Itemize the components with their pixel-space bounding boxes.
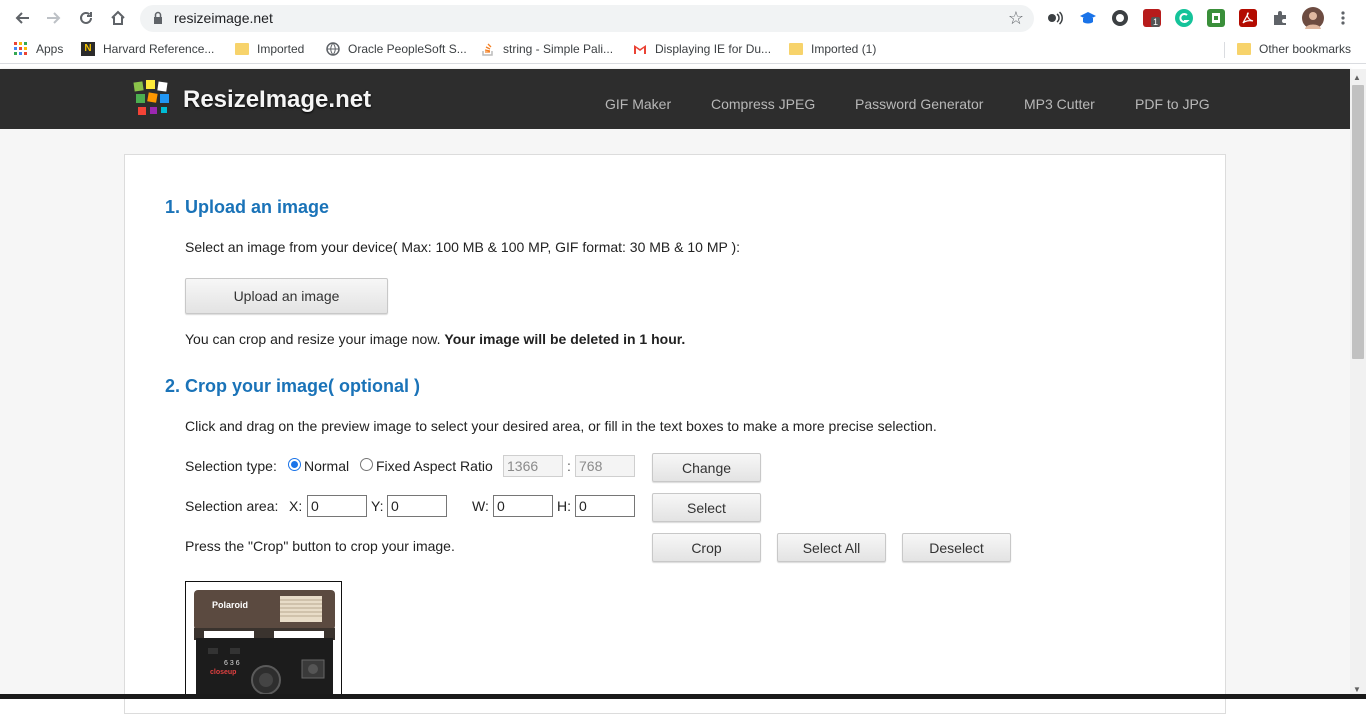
bookmark-imported[interactable]: Imported (235, 42, 304, 56)
bookmark-imported-1[interactable]: Imported (1) (789, 42, 876, 56)
polaroid-camera-image (186, 582, 341, 698)
bookmark-string-simple-pali[interactable]: string - Simple Pali... (481, 42, 613, 56)
home-icon[interactable] (108, 8, 128, 28)
x-input[interactable] (307, 495, 367, 517)
folder-icon (789, 43, 803, 55)
scrollbar-thumb[interactable] (1352, 85, 1364, 359)
grammarly-icon[interactable] (1175, 9, 1193, 27)
h-label: H: (557, 498, 571, 514)
camera-model-sub-label: closeup (210, 669, 237, 676)
scroll-down-arrow-icon[interactable]: ▼ (1353, 685, 1361, 694)
w-label: W: (472, 498, 489, 514)
other-bookmarks[interactable]: Other bookmarks (1237, 42, 1351, 56)
selection-type-label: Selection type: (185, 458, 277, 474)
change-button[interactable]: Change (652, 453, 761, 482)
crop-preview-image[interactable]: Polaroid 636 closeup (185, 581, 342, 699)
page-scrollbar[interactable]: ▲ ▼ (1350, 69, 1366, 699)
reload-icon[interactable] (76, 8, 96, 28)
site-brand[interactable]: ResizeImage.net (183, 86, 371, 114)
fixed-aspect-ratio-radio[interactable] (360, 458, 373, 471)
h-input[interactable] (575, 495, 635, 517)
bookmark-displaying-ie[interactable]: Displaying IE for Du... (633, 42, 771, 56)
bookmarks-bar: Apps N Harvard Reference... Imported Ora… (0, 36, 1366, 64)
select-all-button[interactable]: Select All (777, 533, 886, 562)
nav-compress-jpeg[interactable]: Compress JPEG (711, 96, 815, 112)
resizeimage-logo-icon[interactable] (132, 80, 174, 120)
folder-icon (1237, 43, 1251, 55)
section-crop-title: 2. Crop your image( optional ) (165, 376, 421, 396)
crop-button[interactable]: Crop (652, 533, 761, 562)
ratio-width-input[interactable] (503, 455, 563, 477)
globe-icon (326, 42, 340, 56)
normal-radio[interactable] (288, 458, 301, 471)
upload-note-text: You can crop and resize your image now. (185, 331, 441, 347)
pdf-extension-icon[interactable] (1239, 9, 1257, 27)
camera-model-label: 636 (224, 660, 242, 667)
back-arrow-icon[interactable] (12, 8, 32, 28)
forward-arrow-icon[interactable] (44, 8, 64, 28)
upload-instruction: Select an image from your device( Max: 1… (185, 239, 741, 255)
browser-toolbar: resizeimage.net ☆ 1 (0, 0, 1366, 36)
bookmarks-divider (1224, 42, 1225, 58)
deselect-button[interactable]: Deselect (902, 533, 1011, 562)
x-label: X: (289, 498, 303, 514)
crop-hint: Press the "Crop" button to crop your ima… (185, 538, 455, 554)
audio-extension-icon[interactable] (1047, 11, 1063, 25)
shield-extension-icon[interactable]: 1 (1143, 9, 1161, 27)
bookmark-apps[interactable]: Apps (14, 42, 63, 56)
section-upload-title: 1. Upload an image (165, 197, 330, 217)
os-taskbar-edge (0, 694, 1366, 699)
bookmark-harvard-reference[interactable]: N Harvard Reference... (81, 42, 214, 56)
upload-note: You can crop and resize your image now. … (185, 331, 685, 347)
circle-extension-icon[interactable] (1111, 9, 1129, 27)
gmail-icon (634, 45, 646, 54)
folder-icon (235, 43, 249, 55)
kebab-menu-icon[interactable] (1338, 9, 1348, 27)
puzzle-extensions-icon[interactable] (1271, 9, 1289, 27)
upload-note-bold: Your image will be deleted in 1 hour. (444, 331, 686, 347)
stackoverflow-icon (482, 43, 493, 56)
selection-area-label: Selection area: (185, 498, 279, 514)
select-button[interactable]: Select (652, 493, 761, 522)
nav-password-generator[interactable]: Password Generator (855, 96, 983, 112)
w-input[interactable] (493, 495, 553, 517)
normal-radio-label: Normal (304, 458, 350, 474)
bookmark-oracle-peoplesoft[interactable]: Oracle PeopleSoft S... (326, 42, 467, 56)
graduation-cap-extension-icon[interactable] (1079, 9, 1097, 27)
address-bar[interactable]: resizeimage.net ☆ (140, 5, 1034, 32)
ratio-separator: : (567, 458, 571, 474)
crop-instruction: Click and drag on the preview image to s… (185, 418, 937, 434)
scroll-up-arrow-icon[interactable]: ▲ (1353, 73, 1361, 82)
profile-avatar[interactable] (1302, 7, 1324, 29)
camera-brand-label: Polaroid (212, 600, 249, 610)
harvard-logo-icon: N (81, 42, 95, 56)
extension-badge: 1 (1151, 17, 1161, 27)
lock-icon (154, 11, 162, 24)
bookmark-star-icon[interactable]: ☆ (1008, 8, 1024, 29)
ratio-height-input[interactable] (575, 455, 635, 477)
site-header: ResizeImage.net GIF Maker Compress JPEG … (0, 69, 1350, 129)
url-text: resizeimage.net (174, 10, 273, 26)
fixed-aspect-ratio-label: Fixed Aspect Ratio (376, 458, 493, 474)
upload-image-button[interactable]: Upload an image (185, 278, 388, 314)
nav-pdf-to-jpg[interactable]: PDF to JPG (1135, 96, 1210, 112)
nav-gif-maker[interactable]: GIF Maker (605, 96, 671, 112)
y-label: Y: (371, 498, 384, 514)
apps-grid-icon (14, 42, 27, 55)
y-input[interactable] (387, 495, 447, 517)
nav-mp3-cutter[interactable]: MP3 Cutter (1024, 96, 1095, 112)
note-extension-icon[interactable] (1207, 9, 1225, 27)
